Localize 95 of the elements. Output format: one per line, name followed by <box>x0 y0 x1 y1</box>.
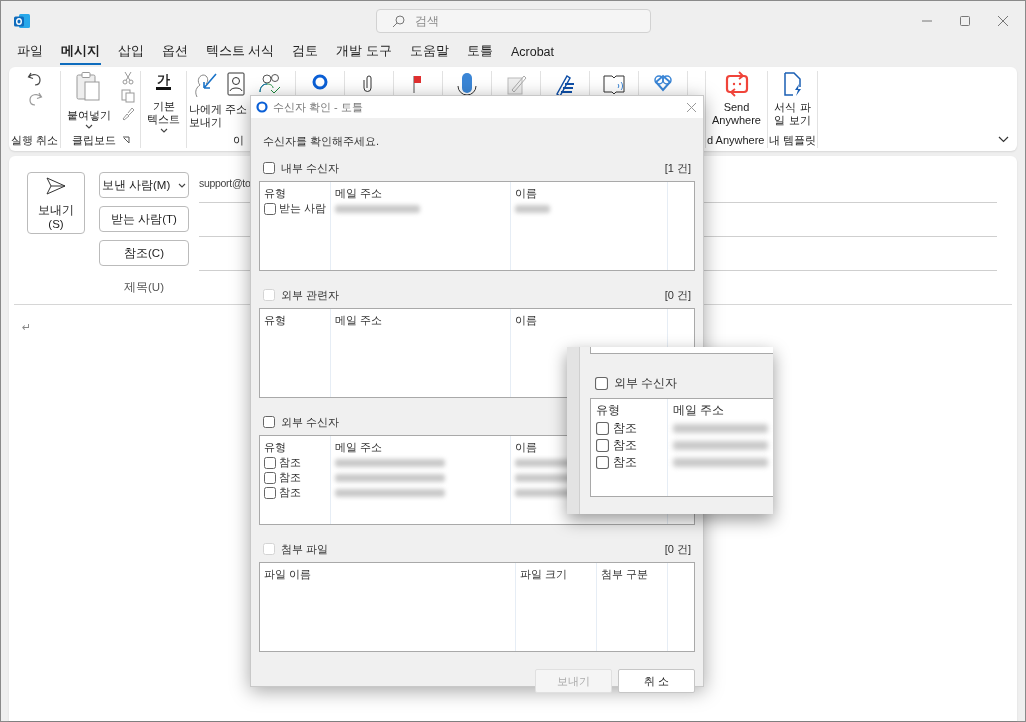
checkbox[interactable] <box>264 456 276 469</box>
dialog-button[interactable]: 취 소 <box>618 669 695 693</box>
ribbon-tab[interactable]: 삽입 <box>117 41 145 65</box>
cc-button[interactable]: 참조(C) <box>99 240 189 266</box>
section-label: 외부 수신자 <box>281 414 340 430</box>
section-label: 외부 관련자 <box>281 287 340 303</box>
paragraph-mark: ↵ <box>22 321 32 333</box>
from-button[interactable]: 보낸 사람(M) <box>99 172 189 198</box>
section-label: 외부 수신자 <box>614 374 678 392</box>
recipient-type: 참조 <box>613 419 637 437</box>
ribbon-tab[interactable]: 개발 도구 <box>335 41 393 65</box>
column-header: 메일 주소 <box>335 440 383 454</box>
ribbon-tab[interactable]: 파일 <box>16 41 44 65</box>
recipient-type: 참조 <box>613 453 637 471</box>
ring-icon <box>256 101 268 113</box>
address-book-icon <box>226 71 246 97</box>
checkbox[interactable] <box>596 455 609 469</box>
close-icon[interactable] <box>997 15 1009 27</box>
mail-app-icon <box>14 13 30 29</box>
instruction-text: 수신자를 확인해주세요. <box>263 135 380 147</box>
book-speaker-icon[interactable] <box>602 72 626 96</box>
microphone-icon[interactable] <box>455 72 479 96</box>
recipient-type: 참조 <box>613 436 637 454</box>
ribbon-tab[interactable]: 옵션 <box>161 41 189 65</box>
send-button[interactable]: 보내기(S) <box>27 172 85 234</box>
send-to-me-button[interactable]: 나에게 보내기 <box>188 71 222 129</box>
pen-lines-icon[interactable] <box>553 72 577 96</box>
column-header: 유형 <box>264 186 286 200</box>
column-header: 메일 주소 <box>335 313 383 327</box>
collapse-ribbon-icon[interactable] <box>998 136 1009 143</box>
checkbox[interactable] <box>264 471 276 484</box>
column-header: 파일 이름 <box>264 567 312 581</box>
ribbon-tab[interactable]: 텍스트 서식 <box>205 41 276 65</box>
column-header: 이름 <box>515 186 537 200</box>
maximize-icon[interactable] <box>959 15 971 27</box>
people-check-icon[interactable] <box>259 72 283 96</box>
group-label: 실행 취소 <box>10 132 59 148</box>
checkbox[interactable] <box>596 438 609 452</box>
chat-arrows-icon <box>724 71 749 97</box>
column-header: 첨부 구분 <box>601 567 649 581</box>
checkbox[interactable] <box>264 202 276 215</box>
column-header: 메일 주소 <box>673 402 725 418</box>
column-header: 유형 <box>596 402 620 418</box>
ribbon-tab[interactable]: 메시지 <box>60 41 101 65</box>
view-templates-button[interactable]: 서식 파일 보기 <box>772 71 813 127</box>
caret-icon <box>178 182 187 188</box>
launcher-icon[interactable] <box>121 136 130 144</box>
person-arrow-icon <box>192 71 218 99</box>
search-icon <box>391 15 405 28</box>
column-header: 유형 <box>264 313 286 327</box>
column-header: 유형 <box>264 440 286 454</box>
checkbox[interactable] <box>263 162 275 174</box>
group-label: 이 <box>233 132 244 148</box>
column-header: 이름 <box>515 313 537 327</box>
paintbrush-icon[interactable] <box>120 107 135 121</box>
from-address: support@to <box>199 177 251 189</box>
text-style-button[interactable]: 가 기본 텍스트 <box>145 71 182 133</box>
paste-button[interactable]: 붙여넣기 <box>66 71 111 129</box>
section-label: 내부 수신자 <box>281 160 340 176</box>
item-count: [0 건] <box>664 541 691 557</box>
column-header: 파일 크기 <box>520 567 568 581</box>
checkbox[interactable] <box>263 416 275 428</box>
item-count: [0 건] <box>664 287 691 303</box>
dialog-title: 수신자 확인 - 토틀 <box>273 99 364 115</box>
group-label: d Anywhere <box>707 134 765 146</box>
search-field[interactable]: 검색 <box>375 9 651 33</box>
checkbox[interactable] <box>595 376 608 390</box>
recipient-type: 받는 사람 <box>279 201 327 216</box>
clipboard-icon <box>75 71 102 103</box>
checkbox[interactable] <box>264 486 276 499</box>
recipient-type: 참조 <box>279 485 301 500</box>
ribbon-tab[interactable]: 검토 <box>291 41 320 65</box>
send-anywhere-button[interactable]: Send Anywhere <box>706 71 767 127</box>
section-label: 첨부 파일 <box>281 541 329 557</box>
undo-icon[interactable] <box>26 71 43 87</box>
subject-label: 제목(U) <box>123 279 165 295</box>
ribbon-tab[interactable]: Acrobat <box>509 42 556 64</box>
checkbox[interactable] <box>596 421 609 435</box>
blurred-name <box>515 204 550 213</box>
recipient-type: 참조 <box>279 455 301 470</box>
group-label: 내 템플릿 <box>768 132 817 148</box>
close-icon[interactable] <box>686 101 697 113</box>
address-book-button[interactable]: 주소 <box>225 71 247 116</box>
to-button[interactable]: 받는 사람(T) <box>99 206 189 232</box>
column-header: 이름 <box>515 440 537 454</box>
group-label: 클립보드 <box>71 132 116 148</box>
column-header: 메일 주소 <box>335 186 383 200</box>
recipient-type: 참조 <box>279 470 301 485</box>
paper-plane-icon <box>46 176 66 195</box>
ribbon-tab[interactable]: 도움말 <box>408 41 450 65</box>
caret-icon <box>159 128 168 133</box>
item-count: [1 건] <box>664 160 691 176</box>
caret-icon <box>84 124 93 129</box>
document-bolt-icon <box>781 71 804 97</box>
ribbon-tab[interactable]: 토틀 <box>465 41 494 65</box>
